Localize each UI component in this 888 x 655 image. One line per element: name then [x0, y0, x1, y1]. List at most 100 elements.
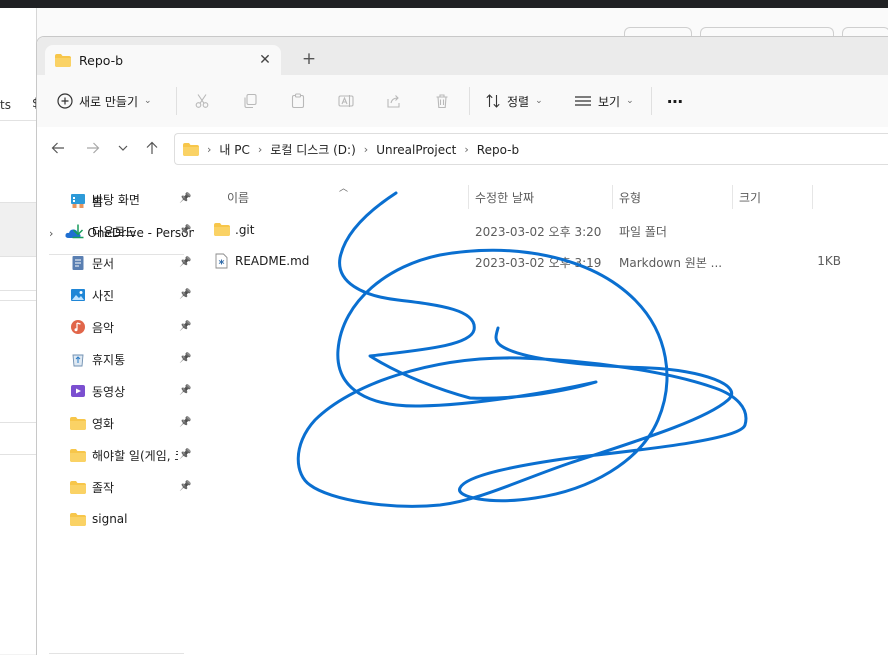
folder-icon — [70, 447, 86, 463]
pin-icon[interactable]: 📌 — [179, 289, 191, 300]
sidebar-item-label: 사진 — [92, 288, 115, 303]
column-header-name[interactable]: 이름 — [227, 185, 249, 209]
arrow-right-icon — [87, 142, 100, 154]
cut-button[interactable] — [194, 75, 210, 127]
folder-icon — [183, 143, 199, 156]
sidebar-item-quick-access[interactable]: 사진 📌 — [37, 281, 194, 309]
sidebar-item-quick-access[interactable]: 영화 📌 — [37, 409, 194, 437]
plus-circle-icon — [57, 93, 73, 109]
breadcrumb-item[interactable]: 로컬 디스크 (D:) — [270, 141, 355, 158]
markdown-file-icon — [215, 253, 228, 272]
pin-icon[interactable]: 📌 — [179, 385, 191, 396]
sidebar-item-quick-access[interactable]: 휴지통 📌 — [37, 345, 194, 373]
pin-icon[interactable]: 📌 — [179, 449, 191, 460]
breadcrumb-item[interactable]: Repo-b — [477, 143, 519, 157]
column-header-modified[interactable]: 수정한 날짜 — [475, 185, 534, 209]
copy-button[interactable] — [242, 75, 258, 127]
breadcrumb-item[interactable]: 내 PC — [219, 141, 249, 158]
video-icon — [70, 383, 86, 399]
tab-repo-b[interactable]: Repo-b ✕ — [45, 45, 281, 75]
sidebar-item-quick-access[interactable]: 다운로드 📌 — [37, 217, 194, 245]
recent-locations-button[interactable] — [112, 137, 134, 159]
paste-icon — [291, 93, 305, 109]
more-options-button[interactable]: ⋯ — [667, 75, 683, 127]
pin-icon[interactable]: 📌 — [179, 353, 191, 364]
divider — [0, 290, 36, 291]
delete-button[interactable] — [434, 75, 450, 127]
file-type: Markdown 원본 ... — [619, 256, 723, 270]
pin-icon[interactable]: 📌 — [179, 321, 191, 332]
sidebar-item-label: 바탕 화면 — [92, 192, 140, 207]
table-row[interactable]: .git 2023-03-02 오후 3:20 파일 폴더 — [194, 215, 888, 245]
divider — [0, 120, 36, 121]
forward-button[interactable] — [82, 137, 104, 159]
sort-icon — [486, 94, 500, 108]
share-icon — [387, 95, 400, 108]
sidebar-item-quick-access[interactable]: 졸작 📌 — [37, 473, 194, 501]
sidebar-item-quick-access[interactable]: signal — [37, 505, 194, 533]
rename-button[interactable] — [338, 75, 354, 127]
up-button[interactable] — [141, 137, 163, 159]
column-divider[interactable] — [468, 185, 469, 209]
breadcrumb: › 내 PC › 로컬 디스크 (D:) › UnrealProject › R… — [183, 141, 519, 158]
sidebar-item-quick-access[interactable]: 문서 📌 — [37, 249, 194, 277]
sidebar-item-quick-access[interactable]: 음악 📌 — [37, 313, 194, 341]
pin-icon[interactable]: 📌 — [179, 481, 191, 492]
sort-label: 정렬 — [507, 94, 530, 109]
pin-icon[interactable]: 📌 — [179, 417, 191, 428]
file-name: README.md — [235, 254, 310, 268]
sidebar-item-label: 졸작 — [92, 480, 115, 495]
download-icon — [70, 223, 86, 239]
address-bar[interactable]: › 내 PC › 로컬 디스크 (D:) › UnrealProject › R… — [174, 133, 888, 165]
background-text: ts — [0, 98, 11, 112]
breadcrumb-item[interactable]: UnrealProject — [376, 143, 456, 157]
view-list-icon — [575, 96, 591, 106]
plus-icon[interactable]: + — [299, 49, 319, 69]
paste-button[interactable] — [290, 75, 306, 127]
folder-icon — [55, 54, 71, 70]
column-divider[interactable] — [732, 185, 733, 209]
chevron-right-icon: › — [363, 143, 369, 156]
sidebar-item-label: 문서 — [92, 256, 115, 271]
folder-icon — [70, 415, 86, 431]
sidebar-item-label: 영화 — [92, 416, 115, 431]
share-button[interactable] — [386, 75, 402, 127]
table-row[interactable]: README.md 2023-03-02 오후 3:19 Markdown 원본… — [194, 246, 888, 276]
divider — [469, 87, 470, 115]
pin-icon[interactable]: 📌 — [179, 257, 191, 268]
copy-icon — [244, 93, 257, 109]
sidebar-item-quick-access[interactable]: 바탕 화면 📌 — [37, 185, 194, 213]
navigation-pane: 홈 › OneDrive - Personal 바탕 화면📌다운로드📌문서📌사진… — [37, 171, 194, 655]
column-header-type[interactable]: 유형 — [619, 185, 641, 209]
back-button[interactable] — [47, 137, 69, 159]
close-icon[interactable]: ✕ — [255, 50, 275, 70]
view-button[interactable]: 보기 ⌄ — [574, 75, 634, 127]
file-size: 1KB — [817, 254, 841, 268]
sidebar-item-quick-access[interactable]: 동영상 📌 — [37, 377, 194, 405]
address-row: › 내 PC › 로컬 디스크 (D:) › UnrealProject › R… — [37, 127, 888, 171]
chevron-right-icon: › — [207, 143, 212, 156]
file-explorer-window: Repo-b ✕ + 새로 만들기 ⌄ 정렬 ⌄ 보기 ⌄ ⋯ › 내 PC ›… — [36, 36, 888, 655]
background-selected-row — [0, 202, 36, 256]
column-divider[interactable] — [812, 185, 813, 209]
column-label: 유형 — [619, 190, 642, 205]
top-strip — [0, 0, 888, 8]
music-icon — [70, 319, 86, 335]
sidebar-item-quick-access[interactable]: 해야할 일(게임, 코 📌 — [37, 441, 194, 469]
folder-icon — [70, 479, 86, 495]
column-header-size[interactable]: 크기 — [739, 185, 761, 209]
pin-icon[interactable]: 📌 — [179, 193, 191, 204]
tab-title: Repo-b — [79, 53, 124, 68]
column-divider[interactable] — [612, 185, 613, 209]
sort-button[interactable]: 정렬 ⌄ — [485, 75, 543, 127]
new-button[interactable]: 새로 만들기 ⌄ — [57, 75, 152, 127]
view-label: 보기 — [598, 94, 621, 109]
divider — [0, 454, 36, 455]
cut-icon — [195, 94, 209, 108]
divider — [176, 87, 177, 115]
column-label: 크기 — [739, 190, 762, 205]
pin-icon[interactable]: 📌 — [179, 225, 191, 236]
folder-icon — [70, 511, 86, 527]
rename-icon — [338, 95, 354, 107]
file-list: ︿ 이름 수정한 날짜 유형 크기 .git 2023-03-02 오후 3:2… — [194, 171, 888, 655]
